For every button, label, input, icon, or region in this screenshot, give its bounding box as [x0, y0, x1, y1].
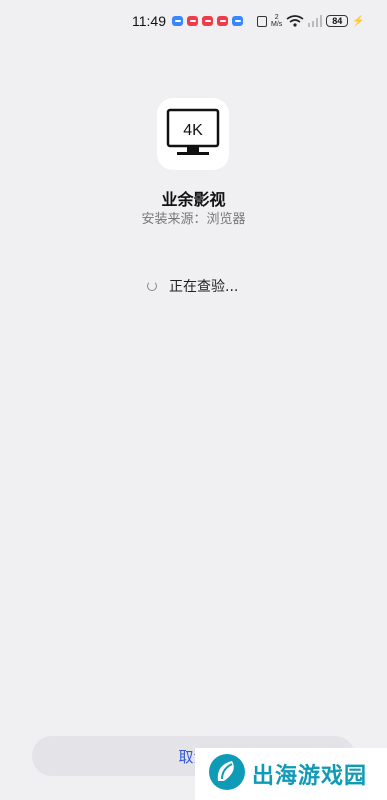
app-name: 业余影视 — [161, 190, 226, 209]
app-notification-icon — [172, 16, 183, 26]
install-screen: 11:49 2 M/s 84 ⚡ 4K 业余影视 安装来源：浏览器 正在查验..… — [0, 0, 387, 800]
status-bar: 11:49 2 M/s 84 ⚡ — [0, 0, 387, 44]
system-icons: 2 M/s 84 ⚡ — [257, 14, 365, 28]
install-source: 安装来源：浏览器 — [141, 212, 246, 227]
app-notification-icon — [232, 16, 243, 26]
verify-status-text: 正在查验... — [169, 279, 239, 295]
battery-icon: 84 — [326, 15, 349, 27]
app-icon: 4K — [157, 98, 229, 170]
app-notification-icon — [217, 16, 228, 26]
signal-icon — [308, 15, 323, 27]
watermark-logo-icon — [208, 753, 246, 795]
verify-status: 正在查验... — [147, 276, 238, 296]
network-speed: 2 M/s — [271, 14, 283, 28]
clock: 11:49 — [132, 13, 166, 29]
tv-4k-label: 4K — [183, 122, 203, 139]
app-notification-icon — [187, 16, 198, 26]
charging-icon: ⚡ — [352, 15, 365, 27]
app-notification-icon — [202, 16, 213, 26]
wifi-icon — [286, 15, 304, 27]
watermark-text: 出海游戏园 — [252, 764, 368, 789]
loading-spinner-icon — [147, 281, 157, 291]
notification-icons — [172, 16, 243, 26]
vibrate-icon — [257, 15, 267, 27]
watermark: 出海游戏园 — [195, 748, 387, 800]
